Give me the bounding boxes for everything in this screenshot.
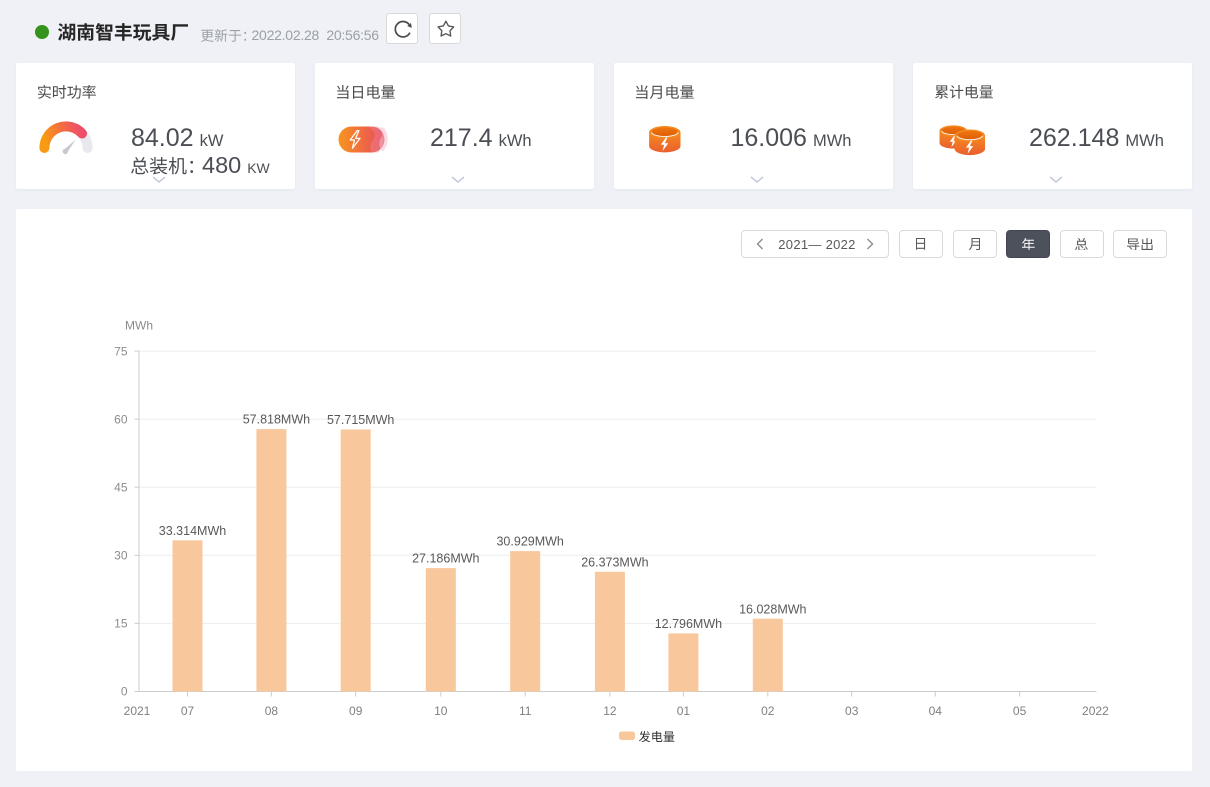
svg-text:2021: 2021 — [124, 704, 151, 718]
svg-text:09: 09 — [349, 704, 363, 718]
svg-text:16.028MWh: 16.028MWh — [739, 602, 806, 616]
svg-text:30.929MWh: 30.929MWh — [496, 535, 563, 549]
svg-text:75: 75 — [114, 344, 128, 358]
svg-text:11: 11 — [519, 704, 532, 718]
svg-text:01: 01 — [677, 704, 691, 718]
svg-text:60: 60 — [114, 412, 128, 426]
svg-text:27.186MWh: 27.186MWh — [412, 552, 479, 566]
svg-text:02: 02 — [761, 704, 775, 718]
svg-text:26.373MWh: 26.373MWh — [581, 555, 648, 569]
svg-text:07: 07 — [181, 704, 195, 718]
svg-text:33.314MWh: 33.314MWh — [159, 524, 226, 538]
svg-text:15: 15 — [114, 617, 128, 631]
svg-text:03: 03 — [845, 704, 859, 718]
svg-text:08: 08 — [265, 704, 279, 718]
svg-text:12: 12 — [603, 704, 617, 718]
svg-text:30: 30 — [114, 549, 128, 563]
svg-text:57.818MWh: 57.818MWh — [243, 413, 310, 427]
svg-text:12.796MWh: 12.796MWh — [655, 617, 722, 631]
svg-text:0: 0 — [121, 685, 128, 699]
svg-text:45: 45 — [114, 480, 128, 494]
svg-text:MWh: MWh — [125, 319, 153, 333]
svg-text:05: 05 — [1013, 704, 1027, 718]
svg-text:10: 10 — [434, 704, 448, 718]
svg-text:57.715MWh: 57.715MWh — [327, 413, 394, 427]
svg-text:04: 04 — [929, 704, 943, 718]
svg-text:2022: 2022 — [1082, 704, 1109, 718]
